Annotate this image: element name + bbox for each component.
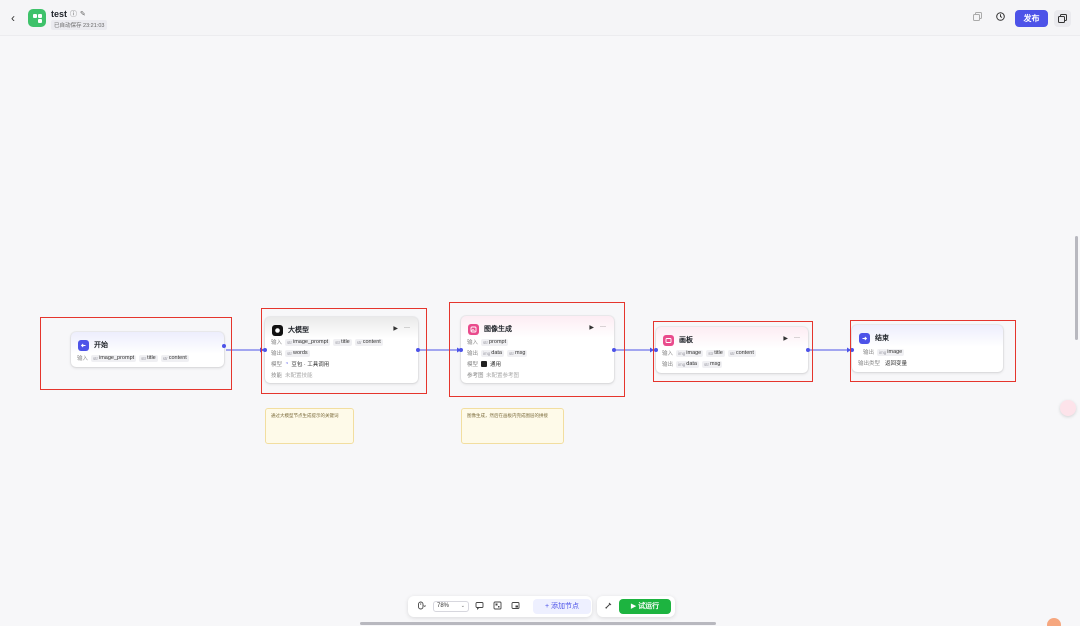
autosave-status: 已自动保存 23:21:03 [51, 20, 108, 30]
highlight-frame-canvas [653, 321, 813, 382]
publish-button[interactable]: 发布 [1015, 10, 1048, 27]
workflow-name: test [51, 9, 68, 19]
chevron-down-icon: ⌄ [460, 603, 465, 609]
top-bar: ‹ test ⓘ ✎ 已自动保存 23:21:03 发布 [0, 0, 1080, 36]
highlight-frame-llm [261, 308, 427, 394]
mouse-mode-icon[interactable] [413, 601, 429, 612]
auto-layout-icon[interactable] [491, 601, 503, 612]
debug-icon[interactable] [601, 601, 615, 612]
highlight-frame-start [40, 317, 232, 390]
add-node-button[interactable]: + 添加节点 [533, 599, 591, 614]
horizontal-scrollbar[interactable] [360, 622, 716, 625]
minimap-icon[interactable] [509, 601, 521, 612]
workflow-canvas[interactable]: 开始 输入 str image_prompt str title str conten… [0, 36, 1080, 626]
comment-note[interactable]: 通过大模型节点生成提示的关键词 [265, 408, 354, 444]
comment-note[interactable]: 图像生成，然后在画板内完成图层的拼接 [461, 408, 564, 444]
highlight-frame-image [449, 302, 625, 397]
highlight-frame-end [850, 320, 1016, 382]
run-toolbar: ▶ 试运行 [597, 596, 675, 617]
back-icon[interactable]: ‹ [11, 11, 23, 25]
workflow-logo-icon [28, 9, 46, 27]
test-run-button[interactable]: ▶ 试运行 [619, 599, 671, 614]
help-float-icon[interactable] [1047, 618, 1061, 626]
copy-workflow-icon[interactable] [1054, 10, 1071, 27]
edit-icon[interactable]: ✎ [80, 10, 86, 18]
assistant-float-icon[interactable] [1060, 400, 1076, 416]
vertical-scrollbar[interactable] [1075, 236, 1078, 340]
info-icon[interactable]: ⓘ [70, 9, 77, 19]
zoom-select[interactable]: 78% ⌄ [433, 601, 469, 612]
workflow-title: test ⓘ ✎ [51, 9, 86, 19]
duplicate-icon[interactable] [971, 12, 983, 24]
comment-icon[interactable] [473, 601, 485, 612]
history-icon[interactable] [994, 12, 1006, 24]
canvas-toolbar: 78% ⌄ + 添加节点 [408, 596, 592, 617]
